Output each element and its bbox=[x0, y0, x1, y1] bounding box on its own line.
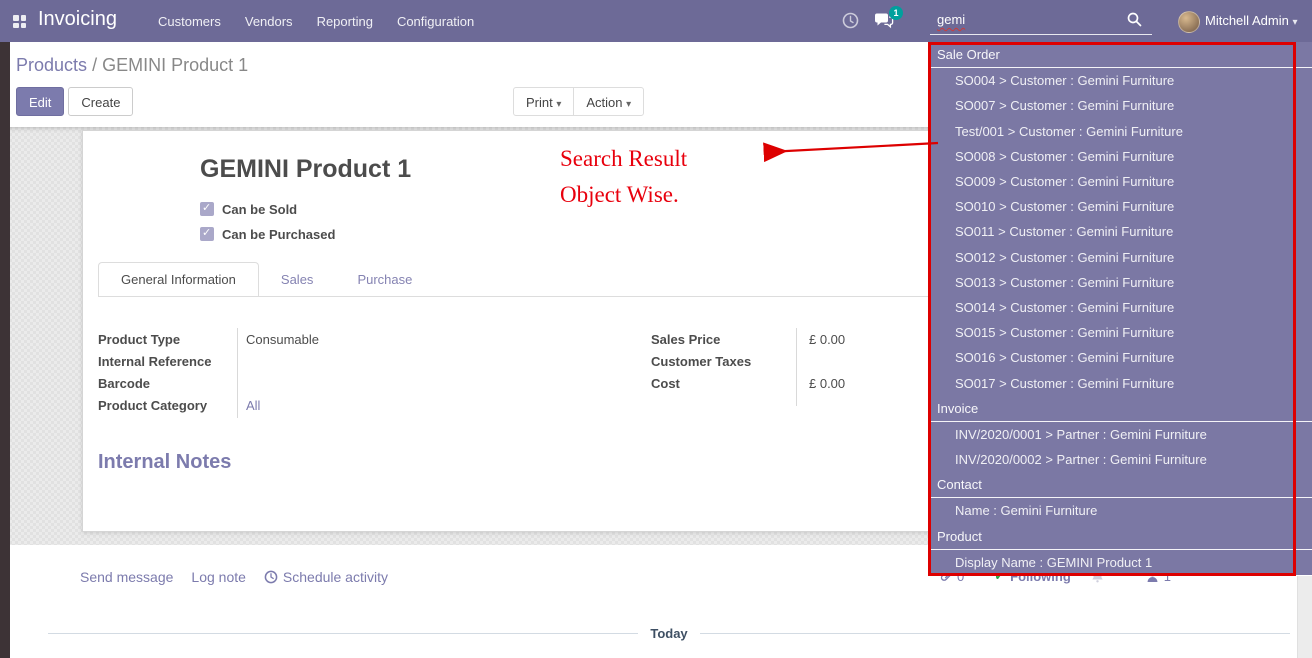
search-result-item[interactable]: SO011 > Customer : Gemini Furniture bbox=[930, 219, 1312, 244]
field-label-product-category: Product Category bbox=[98, 398, 246, 413]
checkbox-row: Can be Sold bbox=[200, 201, 335, 217]
field-value-product-type: Consumable bbox=[246, 332, 319, 347]
tab-purchase[interactable]: Purchase bbox=[335, 263, 434, 296]
field-row: Internal Reference bbox=[98, 354, 518, 369]
search-result-item[interactable]: Name : Gemini Furniture bbox=[930, 498, 1312, 523]
product-flags: Can be Sold Can be Purchased bbox=[200, 201, 335, 251]
field-value-cost: £ 0.00 bbox=[809, 376, 845, 391]
search-result-item[interactable]: Display Name : GEMINI Product 1 bbox=[930, 550, 1312, 575]
search-result-item[interactable]: SO015 > Customer : Gemini Furniture bbox=[930, 320, 1312, 345]
search-results-dropdown: Sale OrderSO004 > Customer : Gemini Furn… bbox=[930, 42, 1312, 575]
main-menu-bar: CustomersVendorsReportingConfiguration bbox=[146, 0, 486, 42]
print-dropdown-button[interactable]: Print ▾ bbox=[513, 87, 574, 116]
send-message-button[interactable]: Send message bbox=[80, 569, 173, 585]
field-label-product-type: Product Type bbox=[98, 332, 246, 347]
checkbox-label: Can be Purchased bbox=[222, 227, 335, 242]
internal-notes-heading: Internal Notes bbox=[98, 451, 231, 474]
checkbox-label: Can be Sold bbox=[222, 202, 297, 217]
search-result-item[interactable]: SO016 > Customer : Gemini Furniture bbox=[930, 345, 1312, 370]
breadcrumb-current: / GEMINI Product 1 bbox=[92, 55, 248, 75]
action-dropdown-button[interactable]: Action ▾ bbox=[573, 87, 644, 116]
search-result-item[interactable]: INV/2020/0002 > Partner : Gemini Furnitu… bbox=[930, 447, 1312, 472]
nav-menu-customers[interactable]: Customers bbox=[146, 14, 233, 29]
checkbox-can-be-purchased[interactable] bbox=[200, 227, 214, 241]
field-value-product-category[interactable]: All bbox=[246, 398, 260, 413]
global-search-input[interactable]: gemi bbox=[930, 7, 1152, 35]
action-label: Action bbox=[586, 95, 622, 110]
field-label-internal-reference: Internal Reference bbox=[98, 354, 246, 369]
edit-button[interactable]: Edit bbox=[16, 87, 64, 116]
search-group-contact: Contact bbox=[930, 472, 1312, 498]
checkbox-can-be-sold[interactable] bbox=[200, 202, 214, 216]
field-label-cost: Cost bbox=[651, 376, 809, 391]
search-result-item[interactable]: SO017 > Customer : Gemini Furniture bbox=[930, 370, 1312, 395]
message-count-badge: 1 bbox=[889, 6, 903, 20]
user-menu[interactable]: Mitchell Admin ▾ bbox=[1205, 13, 1297, 28]
tab-general-information[interactable]: General Information bbox=[98, 262, 259, 297]
today-divider: Today bbox=[48, 626, 1290, 641]
search-result-item[interactable]: SO014 > Customer : Gemini Furniture bbox=[930, 295, 1312, 320]
chevron-down-icon: ▾ bbox=[1292, 17, 1297, 28]
field-separator bbox=[237, 328, 238, 418]
field-separator bbox=[796, 328, 797, 406]
annotation-text-line2: Object Wise. bbox=[560, 182, 679, 208]
annotation-text-line1: Search Result bbox=[560, 146, 687, 172]
tab-sales[interactable]: Sales bbox=[259, 263, 336, 296]
search-group-invoice: Invoice bbox=[930, 396, 1312, 422]
today-label: Today bbox=[650, 626, 687, 641]
field-label-barcode: Barcode bbox=[98, 376, 246, 391]
search-result-item[interactable]: SO008 > Customer : Gemini Furniture bbox=[930, 144, 1312, 169]
checkbox-row: Can be Purchased bbox=[200, 226, 335, 242]
search-result-item[interactable]: INV/2020/0001 > Partner : Gemini Furnitu… bbox=[930, 422, 1312, 447]
field-row: Product CategoryAll bbox=[98, 398, 518, 413]
field-row: Product TypeConsumable bbox=[98, 332, 518, 347]
schedule-activity-button[interactable]: Schedule activity bbox=[264, 569, 388, 585]
activity-clock-icon[interactable] bbox=[842, 12, 859, 34]
search-query-text: gemi bbox=[937, 12, 965, 27]
search-result-item[interactable]: SO009 > Customer : Gemini Furniture bbox=[930, 169, 1312, 194]
search-result-item[interactable]: SO007 > Customer : Gemini Furniture bbox=[930, 93, 1312, 118]
product-title: GEMINI Product 1 bbox=[200, 155, 411, 184]
nav-menu-configuration[interactable]: Configuration bbox=[385, 14, 486, 29]
field-row: Barcode bbox=[98, 376, 518, 391]
fields-group-left: Product TypeConsumableInternal Reference… bbox=[98, 332, 518, 420]
log-note-button[interactable]: Log note bbox=[191, 569, 246, 585]
print-label: Print bbox=[526, 95, 553, 110]
field-label-customer-taxes: Customer Taxes bbox=[651, 354, 809, 369]
top-navbar: Invoicing CustomersVendorsReportingConfi… bbox=[0, 0, 1312, 42]
app-brand-title[interactable]: Invoicing bbox=[38, 8, 117, 31]
create-button[interactable]: Create bbox=[68, 87, 133, 116]
nav-menu-reporting[interactable]: Reporting bbox=[305, 14, 385, 29]
search-result-item[interactable]: SO012 > Customer : Gemini Furniture bbox=[930, 245, 1312, 270]
search-result-item[interactable]: SO010 > Customer : Gemini Furniture bbox=[930, 194, 1312, 219]
search-result-item[interactable]: SO004 > Customer : Gemini Furniture bbox=[930, 68, 1312, 93]
scrollbar[interactable] bbox=[1297, 576, 1312, 658]
nav-menu-vendors[interactable]: Vendors bbox=[233, 14, 305, 29]
chevron-down-icon: ▾ bbox=[626, 99, 631, 110]
apps-menu-icon[interactable] bbox=[13, 15, 26, 28]
user-avatar[interactable] bbox=[1178, 11, 1200, 33]
window-edge-strip bbox=[0, 42, 10, 658]
breadcrumb: Products / GEMINI Product 1 bbox=[16, 55, 248, 76]
field-value-sales-price: £ 0.00 bbox=[809, 332, 845, 347]
search-icon[interactable] bbox=[1127, 12, 1142, 32]
search-result-item[interactable]: SO013 > Customer : Gemini Furniture bbox=[930, 270, 1312, 295]
breadcrumb-products-link[interactable]: Products bbox=[16, 55, 87, 75]
notebook-tabs: General InformationSalesPurchase bbox=[98, 263, 434, 296]
schedule-activity-label: Schedule activity bbox=[283, 569, 388, 585]
chevron-down-icon: ▾ bbox=[556, 99, 561, 110]
clock-icon bbox=[264, 570, 278, 584]
search-result-item[interactable]: Test/001 > Customer : Gemini Furniture bbox=[930, 119, 1312, 144]
search-group-product: Product bbox=[930, 524, 1312, 550]
user-name-label: Mitchell Admin bbox=[1205, 13, 1289, 28]
search-group-sale-order: Sale Order bbox=[930, 42, 1312, 68]
field-label-sales-price: Sales Price bbox=[651, 332, 809, 347]
